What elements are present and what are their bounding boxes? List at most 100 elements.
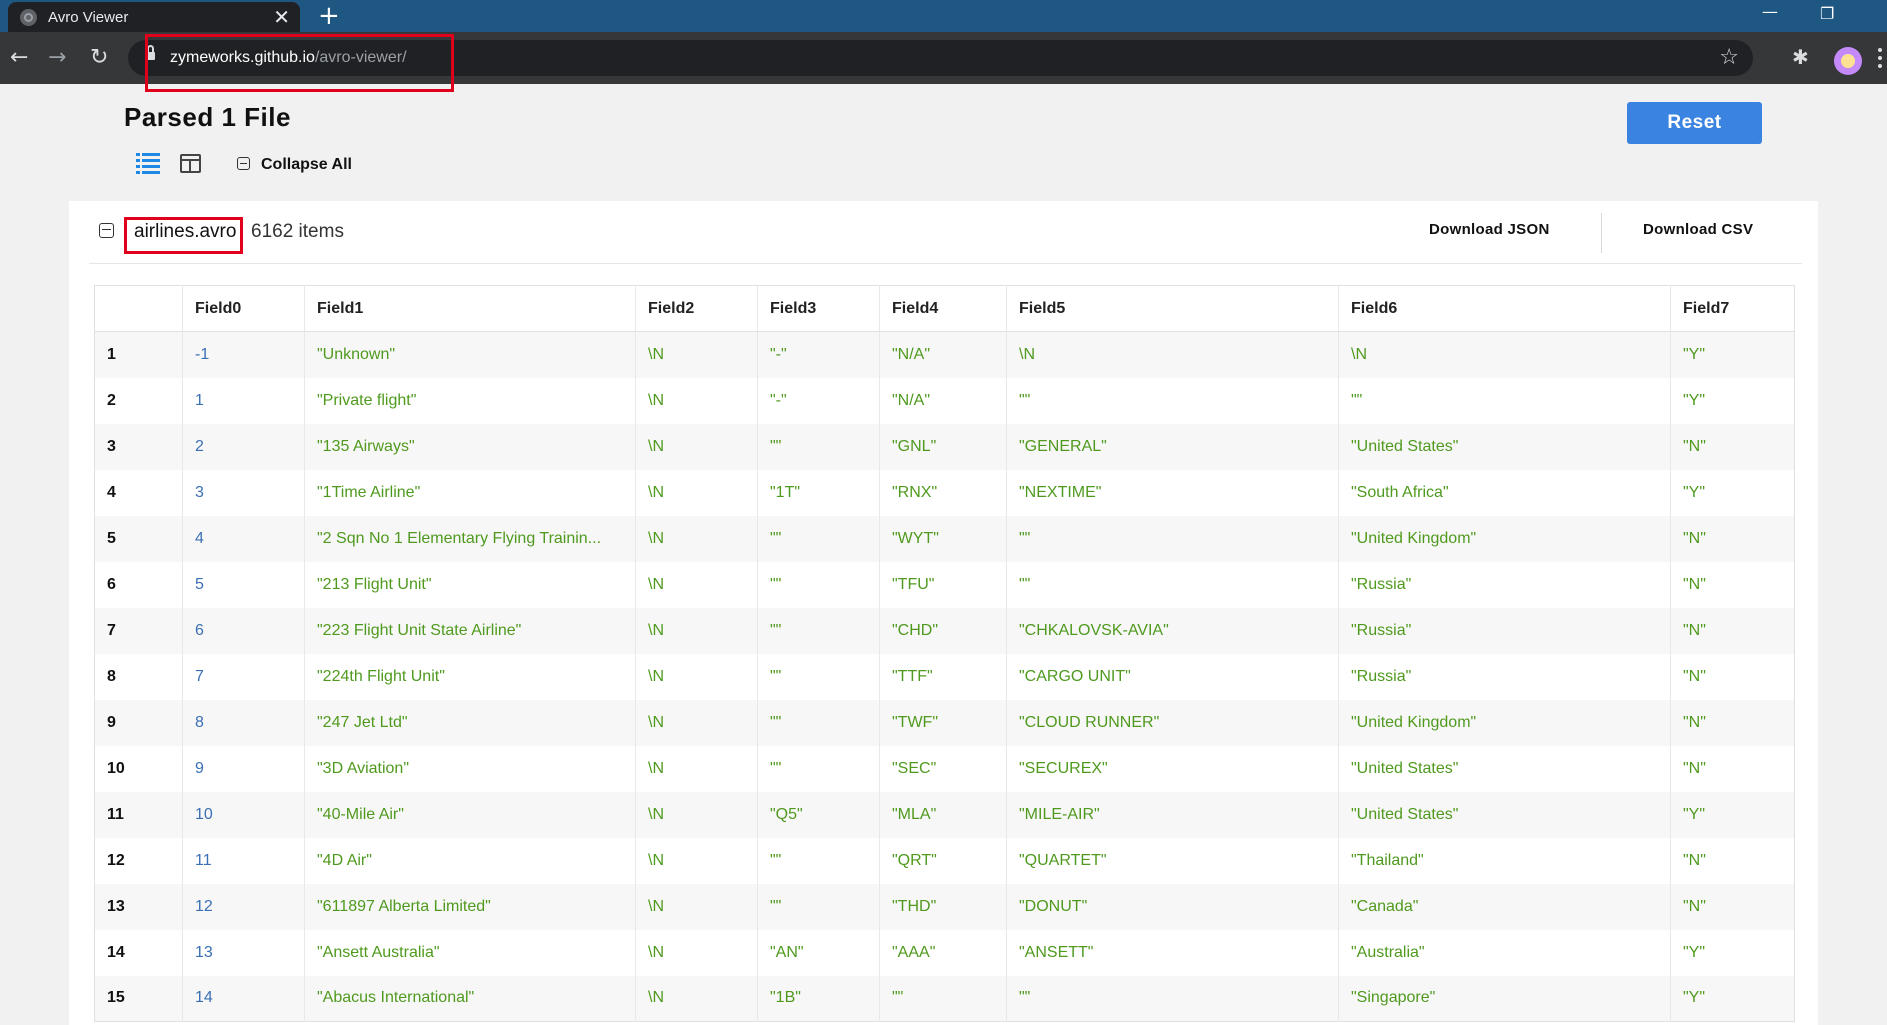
table-row[interactable]: 15 14 "Abacus International" \N "1B" "" "" "Sin… xyxy=(94,975,1795,1022)
table-row[interactable]: 7 6 "223 Flight Unit State Airline" \N "" "CH… xyxy=(94,607,1795,654)
column-header[interactable]: Field4 xyxy=(879,285,1007,332)
table-cell: 3 xyxy=(182,469,305,516)
row-index: 15 xyxy=(94,975,183,1022)
table-cell: "" xyxy=(1338,377,1671,424)
collapse-icon xyxy=(237,157,250,170)
table-cell: "MILE-AIR" xyxy=(1006,791,1339,838)
table-cell: "Ansett Australia" xyxy=(304,929,636,976)
column-header[interactable]: Field0 xyxy=(182,285,305,332)
table-cell: "Y" xyxy=(1670,791,1795,838)
table-cell: "Singapore" xyxy=(1338,975,1671,1022)
star-icon[interactable]: ☆ xyxy=(1719,45,1739,70)
table-cell: \N xyxy=(635,791,758,838)
table-row[interactable]: 1 -1 "Unknown" \N "-" "N/A" \N \N "Y" xyxy=(94,331,1795,378)
table-cell: "1Time Airline" xyxy=(304,469,636,516)
lock-icon xyxy=(146,45,155,62)
table-row[interactable]: 4 3 "1Time Airline" \N "1T" "RNX" "NEXTIME" "So… xyxy=(94,469,1795,516)
back-icon[interactable]: ← xyxy=(10,45,28,70)
table-cell: "CHKALOVSK-AVIA" xyxy=(1006,607,1339,654)
column-header[interactable] xyxy=(94,285,183,332)
row-index: 14 xyxy=(94,929,183,976)
table-cell: "4D Air" xyxy=(304,837,636,884)
table-cell: "CLOUD RUNNER" xyxy=(1006,699,1339,746)
table-row[interactable]: 8 7 "224th Flight Unit" \N "" "TTF" "CARGO UNI… xyxy=(94,653,1795,700)
table-row[interactable]: 11 10 "40-Mile Air" \N "Q5" "MLA" "MILE-AIR" "U… xyxy=(94,791,1795,838)
row-index: 2 xyxy=(94,377,183,424)
table-cell: \N xyxy=(635,331,758,378)
table-cell: \N xyxy=(635,561,758,608)
split-view-icon[interactable] xyxy=(180,154,201,173)
browser-tab[interactable]: Avro Viewer ✕ xyxy=(8,2,300,32)
table-cell: "SEC" xyxy=(879,745,1007,792)
column-header[interactable]: Field3 xyxy=(757,285,880,332)
table-cell: 7 xyxy=(182,653,305,700)
column-header[interactable]: Field6 xyxy=(1338,285,1671,332)
table-cell: "MLA" xyxy=(879,791,1007,838)
file-collapse-icon[interactable] xyxy=(99,223,115,239)
table-cell: "" xyxy=(757,699,880,746)
table-cell: "213 Flight Unit" xyxy=(304,561,636,608)
minimize-icon[interactable]: — xyxy=(1762,2,1778,21)
file-card: airlines.avro 6162 items Download JSON D… xyxy=(69,201,1818,1025)
table-cell: "" xyxy=(757,423,880,470)
table-row[interactable]: 10 9 "3D Aviation" \N "" "SEC" "SECUREX" "Unite… xyxy=(94,745,1795,792)
collapse-all-button[interactable]: Collapse All xyxy=(237,156,352,174)
table-row[interactable]: 5 4 "2 Sqn No 1 Elementary Flying Trainin.… xyxy=(94,515,1795,562)
table-cell: "GENERAL" xyxy=(1006,423,1339,470)
new-tab-button[interactable]: + xyxy=(318,1,340,31)
page-title: Parsed 1 File xyxy=(124,102,291,132)
browser-toolbar: ← → ↻ zymeworks.github.io/avro-viewer/ ☆ xyxy=(0,32,1887,84)
table-cell: "N" xyxy=(1670,653,1795,700)
table-cell: "" xyxy=(1006,561,1339,608)
table-cell: "" xyxy=(879,975,1007,1022)
column-header[interactable]: Field1 xyxy=(304,285,636,332)
table-cell: "N" xyxy=(1670,837,1795,884)
table-row[interactable]: 12 11 "4D Air" \N "" "QRT" "QUARTET" "Thailand"… xyxy=(94,837,1795,884)
table-cell: \N xyxy=(635,423,758,470)
table-cell: "Y" xyxy=(1670,331,1795,378)
table-row[interactable]: 6 5 "213 Flight Unit" \N "" "TFU" "" "Russia" "N… xyxy=(94,561,1795,608)
list-view-icon[interactable] xyxy=(136,152,160,176)
url-text[interactable]: zymeworks.github.io/avro-viewer/ xyxy=(170,49,407,67)
forward-icon[interactable]: → xyxy=(48,45,66,70)
table-cell: "United States" xyxy=(1338,745,1671,792)
download-csv-button[interactable]: Download CSV xyxy=(1643,221,1753,238)
table-row[interactable]: 2 1 "Private flight" \N "-" "N/A" "" "" "Y" xyxy=(94,377,1795,424)
menu-icon[interactable] xyxy=(1878,48,1882,70)
extensions-icon[interactable]: ✱ xyxy=(1792,45,1809,69)
table-row[interactable]: 14 13 "Ansett Australia" \N "AN" "AAA" "ANSETT… xyxy=(94,929,1795,976)
row-index: 10 xyxy=(94,745,183,792)
data-table: Field0 Field1 Field2 Field3 Field4 Field… xyxy=(94,285,1795,1022)
column-header[interactable]: Field7 xyxy=(1670,285,1795,332)
reload-icon[interactable]: ↻ xyxy=(90,45,108,70)
table-cell: 4 xyxy=(182,515,305,562)
table-cell: "-" xyxy=(757,377,880,424)
table-cell: "RNX" xyxy=(879,469,1007,516)
restore-icon[interactable]: ❐ xyxy=(1820,4,1834,23)
table-cell: "1T" xyxy=(757,469,880,516)
table-cell: "WYT" xyxy=(879,515,1007,562)
address-bar[interactable]: zymeworks.github.io/avro-viewer/ ☆ xyxy=(128,40,1753,76)
table-cell: \N xyxy=(635,837,758,884)
table-cell: "223 Flight Unit State Airline" xyxy=(304,607,636,654)
download-json-button[interactable]: Download JSON xyxy=(1429,221,1550,238)
row-index: 3 xyxy=(94,423,183,470)
profile-avatar[interactable] xyxy=(1834,47,1862,75)
table-cell: "Russia" xyxy=(1338,561,1671,608)
tab-close-icon[interactable]: ✕ xyxy=(273,5,290,30)
table-row[interactable]: 3 2 "135 Airways" \N "" "GNL" "GENERAL" "United… xyxy=(94,423,1795,470)
table-cell: 1 xyxy=(182,377,305,424)
table-cell: "Canada" xyxy=(1338,883,1671,930)
table-cell: "GNL" xyxy=(879,423,1007,470)
column-header[interactable]: Field5 xyxy=(1006,285,1339,332)
table-cell: "135 Airways" xyxy=(304,423,636,470)
column-header[interactable]: Field2 xyxy=(635,285,758,332)
table-cell: "TWF" xyxy=(879,699,1007,746)
table-cell: "ANSETT" xyxy=(1006,929,1339,976)
table-row[interactable]: 9 8 "247 Jet Ltd" \N "" "TWF" "CLOUD RUNNER" "U… xyxy=(94,699,1795,746)
row-index: 13 xyxy=(94,883,183,930)
reset-button[interactable]: Reset xyxy=(1627,102,1762,144)
table-cell: "224th Flight Unit" xyxy=(304,653,636,700)
table-row[interactable]: 13 12 "611897 Alberta Limited" \N "" "THD" "DO… xyxy=(94,883,1795,930)
file-name: airlines.avro xyxy=(134,221,237,242)
